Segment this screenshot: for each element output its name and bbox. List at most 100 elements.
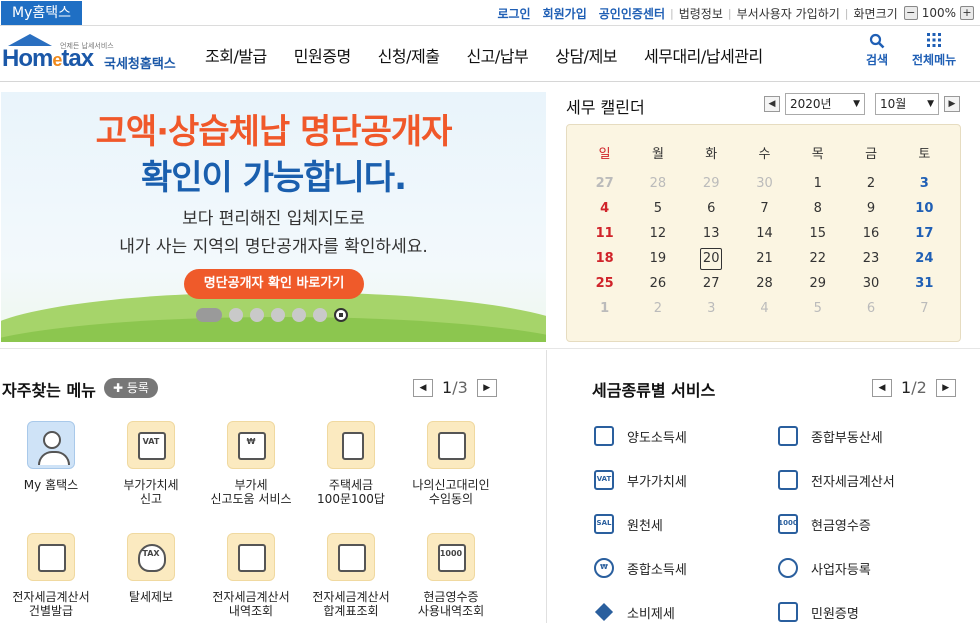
frequent-menu-item[interactable]: 나의신고대리인 수임동의 <box>401 421 501 506</box>
calendar-day[interactable]: 5 <box>791 301 844 316</box>
calendar-day[interactable]: 28 <box>738 276 791 291</box>
hometax-logo[interactable]: 언제든 납세서비스 Hometax 국세청홈택스 <box>2 31 187 77</box>
calendar-day[interactable]: 23 <box>844 251 897 266</box>
calendar-day[interactable]: 17 <box>898 226 951 241</box>
prev-month-button[interactable]: ◀ <box>764 96 780 112</box>
nav-apply-submit[interactable]: 신청/제출 <box>378 43 440 67</box>
calendar-day[interactable]: 13 <box>685 226 738 241</box>
slide-dot[interactable] <box>292 308 306 322</box>
calendar-day[interactable]: 10 <box>898 201 951 216</box>
calendar-day[interactable]: 25 <box>578 276 631 291</box>
nav-certificates[interactable]: 민원증명 <box>294 43 351 67</box>
login-link[interactable]: 로그인 <box>497 5 530 22</box>
tax-service-item[interactable]: VAT 부가가치세 <box>591 468 687 492</box>
tax-service-item[interactable]: 양도소득세 <box>591 424 687 448</box>
calendar-day[interactable]: 6 <box>685 201 738 216</box>
frequent-menu-item[interactable]: VAT 부가가치세 신고 <box>101 421 201 506</box>
all-menu-button[interactable]: 전체메뉴 <box>912 33 956 68</box>
prev-page-button[interactable]: ◀ <box>413 378 433 397</box>
calendar-day[interactable]: 14 <box>738 226 791 241</box>
calendar-day[interactable]: 24 <box>898 251 951 266</box>
calendar-day[interactable]: 7 <box>898 301 951 316</box>
calendar-day-today[interactable]: 20 <box>685 247 738 270</box>
calendar-day[interactable]: 2 <box>844 176 897 191</box>
calendar-day[interactable]: 4 <box>738 301 791 316</box>
calendar-day[interactable]: 2 <box>631 301 684 316</box>
tax-service-label: 양도소득세 <box>627 430 687 446</box>
year-select[interactable]: 2020년 ▼ <box>785 93 865 115</box>
calendar-day[interactable]: 6 <box>844 301 897 316</box>
nav-report-pay[interactable]: 신고/납부 <box>466 43 528 67</box>
frequent-menu-item[interactable]: TAX 탈세제보 <box>101 533 201 604</box>
tax-service-item[interactable]: ₩ 종합소득세 <box>591 556 687 580</box>
nav-inquiry[interactable]: 조회/발급 <box>205 43 267 67</box>
frequent-menu-item[interactable]: 전자세금계산서 합계표조회 <box>301 533 401 618</box>
calendar-day[interactable]: 8 <box>791 201 844 216</box>
calendar-day[interactable]: 1 <box>791 176 844 191</box>
my-hometax-tab[interactable]: My홈택스 <box>1 1 82 25</box>
calendar-day[interactable]: 15 <box>791 226 844 241</box>
calendar-day[interactable]: 29 <box>685 176 738 191</box>
prev-page-button[interactable]: ◀ <box>872 378 892 397</box>
slide-dot[interactable] <box>229 308 243 322</box>
tax-service-item[interactable]: SAL 원천세 <box>591 512 663 536</box>
nav-consult-report[interactable]: 상담/제보 <box>555 43 617 67</box>
calendar-day[interactable]: 11 <box>578 226 631 241</box>
calendar-day[interactable]: 29 <box>791 276 844 291</box>
frequent-menu-item[interactable]: My 홈택스 <box>1 421 101 492</box>
tax-service-item[interactable]: 1000 현금영수증 <box>775 512 871 536</box>
slide-dot[interactable] <box>196 308 222 322</box>
slide-dot[interactable] <box>313 308 327 322</box>
calendar-day[interactable]: 3 <box>898 176 951 191</box>
banner-cta-button[interactable]: 명단공개자 확인 바로가기 <box>184 269 364 299</box>
calendar-day[interactable]: 18 <box>578 251 631 266</box>
frequent-menu-item[interactable]: ₩ 부가세 신고도움 서비스 <box>201 421 301 506</box>
promo-banner[interactable]: 고액·상습체납 명단공개자 확인이 가능합니다. 보다 편리해진 입체지도로 내… <box>1 92 546 342</box>
section-divider <box>0 348 980 349</box>
calendar-day[interactable]: 27 <box>578 176 631 191</box>
next-page-button[interactable]: ▶ <box>935 378 956 397</box>
nav-tax-agent[interactable]: 세무대리/납세관리 <box>644 43 763 67</box>
tax-service-item[interactable]: 소비제세 <box>591 600 675 623</box>
next-page-button[interactable]: ▶ <box>476 378 497 397</box>
calendar-day[interactable]: 30 <box>738 176 791 191</box>
next-month-button[interactable]: ▶ <box>944 96 960 112</box>
real-estate-icon <box>775 424 801 448</box>
calendar-day[interactable]: 4 <box>578 201 631 216</box>
slide-dot[interactable] <box>271 308 285 322</box>
law-info-link[interactable]: 법령정보 <box>679 5 723 22</box>
tax-service-item[interactable]: 사업자등록 <box>775 556 871 580</box>
calendar-day[interactable]: 3 <box>685 301 738 316</box>
tax-service-item[interactable]: 전자세금계산서 <box>775 468 895 492</box>
calendar-day[interactable]: 5 <box>631 201 684 216</box>
calendar-day[interactable]: 16 <box>844 226 897 241</box>
calendar-day[interactable]: 7 <box>738 201 791 216</box>
cert-center-link[interactable]: 공인인증센터 <box>599 5 665 22</box>
frequent-menu-item[interactable]: 전자세금계산서 내역조회 <box>201 533 301 618</box>
calendar-day[interactable]: 19 <box>631 251 684 266</box>
calendar-day[interactable]: 28 <box>631 176 684 191</box>
month-select[interactable]: 10월 ▼ <box>875 93 939 115</box>
signup-link[interactable]: 회원가입 <box>543 5 587 22</box>
calendar-day[interactable]: 26 <box>631 276 684 291</box>
calendar-day[interactable]: 31 <box>898 276 951 291</box>
frequent-menu-item[interactable]: 전자세금계산서 건별발급 <box>1 533 101 618</box>
calendar-day[interactable]: 22 <box>791 251 844 266</box>
frequent-menu-item[interactable]: 주택세금 100문100답 <box>301 421 401 506</box>
zoom-out-button[interactable]: − <box>903 6 918 20</box>
frequent-menu-item[interactable]: 1000 현금영수증 사용내역조회 <box>401 533 501 618</box>
slide-dot[interactable] <box>250 308 264 322</box>
pause-icon[interactable] <box>334 308 348 322</box>
calendar-day[interactable]: 27 <box>685 276 738 291</box>
calendar-day[interactable]: 1 <box>578 301 631 316</box>
register-menu-button[interactable]: ✚ 등록 <box>104 378 158 398</box>
zoom-in-button[interactable]: + <box>960 6 974 20</box>
calendar-day[interactable]: 9 <box>844 201 897 216</box>
calendar-day[interactable]: 12 <box>631 226 684 241</box>
tax-service-item[interactable]: 종합부동산세 <box>775 424 883 448</box>
search-button[interactable]: 검색 <box>866 33 888 68</box>
dept-user-join-link[interactable]: 부서사용자 가입하기 <box>737 5 840 22</box>
calendar-day[interactable]: 21 <box>738 251 791 266</box>
calendar-day[interactable]: 30 <box>844 276 897 291</box>
tax-service-item[interactable]: 민원증명 <box>775 600 859 623</box>
